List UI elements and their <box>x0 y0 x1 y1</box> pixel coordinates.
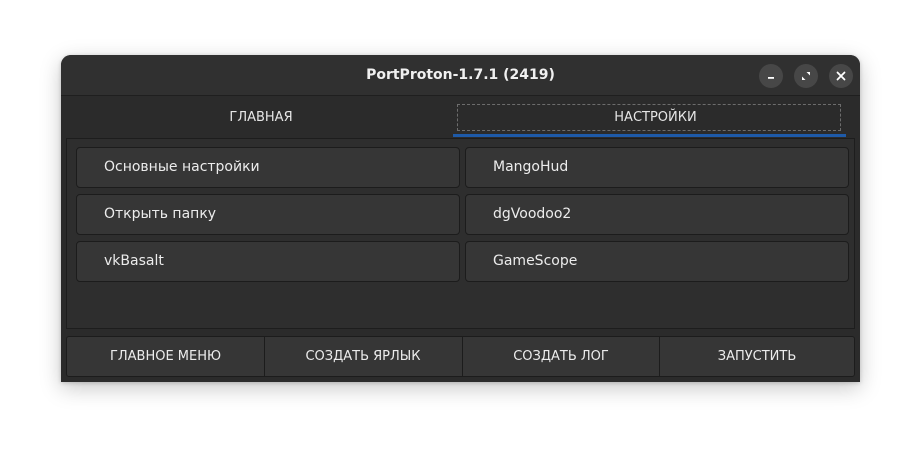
launch-button[interactable]: ЗАПУСТИТЬ <box>659 337 854 376</box>
minimize-button[interactable] <box>759 64 783 88</box>
bottom-action-bar: ГЛАВНОЕ МЕНЮ СОЗДАТЬ ЯРЛЫК СОЗДАТЬ ЛОГ З… <box>66 336 855 377</box>
title-bar[interactable]: PortProton-1.7.1 (2419) <box>61 55 860 96</box>
maximize-button[interactable] <box>794 64 818 88</box>
maximize-icon <box>802 72 810 80</box>
open-folder-button[interactable]: Открыть папку <box>76 194 460 235</box>
create-log-button[interactable]: СОЗДАТЬ ЛОГ <box>462 337 659 376</box>
tab-main[interactable]: ГЛАВНАЯ <box>66 98 456 138</box>
close-button[interactable] <box>829 64 853 88</box>
create-shortcut-button[interactable]: СОЗДАТЬ ЯРЛЫК <box>264 337 461 376</box>
minimize-icon <box>768 77 774 79</box>
window-title: PortProton-1.7.1 (2419) <box>366 67 555 83</box>
mangohud-button[interactable]: MangoHud <box>465 147 849 188</box>
main-menu-button[interactable]: ГЛАВНОЕ МЕНЮ <box>67 337 264 376</box>
vkbasalt-button[interactable]: vkBasalt <box>76 241 460 282</box>
close-icon <box>836 71 846 81</box>
tab-bar: ГЛАВНАЯ НАСТРОЙКИ <box>66 98 855 138</box>
tab-main-label: ГЛАВНАЯ <box>229 110 293 125</box>
app-window: PortProton-1.7.1 (2419) ГЛАВНАЯ НАСТРОЙК… <box>61 55 860 382</box>
basic-settings-button[interactable]: Основные настройки <box>76 147 460 188</box>
tab-settings[interactable]: НАСТРОЙКИ <box>453 98 855 138</box>
tab-settings-label: НАСТРОЙКИ <box>614 110 697 125</box>
active-tab-indicator <box>453 134 846 137</box>
settings-panel: Основные настройки Открыть папку vkBasal… <box>66 138 855 329</box>
gamescope-button[interactable]: GameScope <box>465 241 849 282</box>
dgvoodoo2-button[interactable]: dgVoodoo2 <box>465 194 849 235</box>
